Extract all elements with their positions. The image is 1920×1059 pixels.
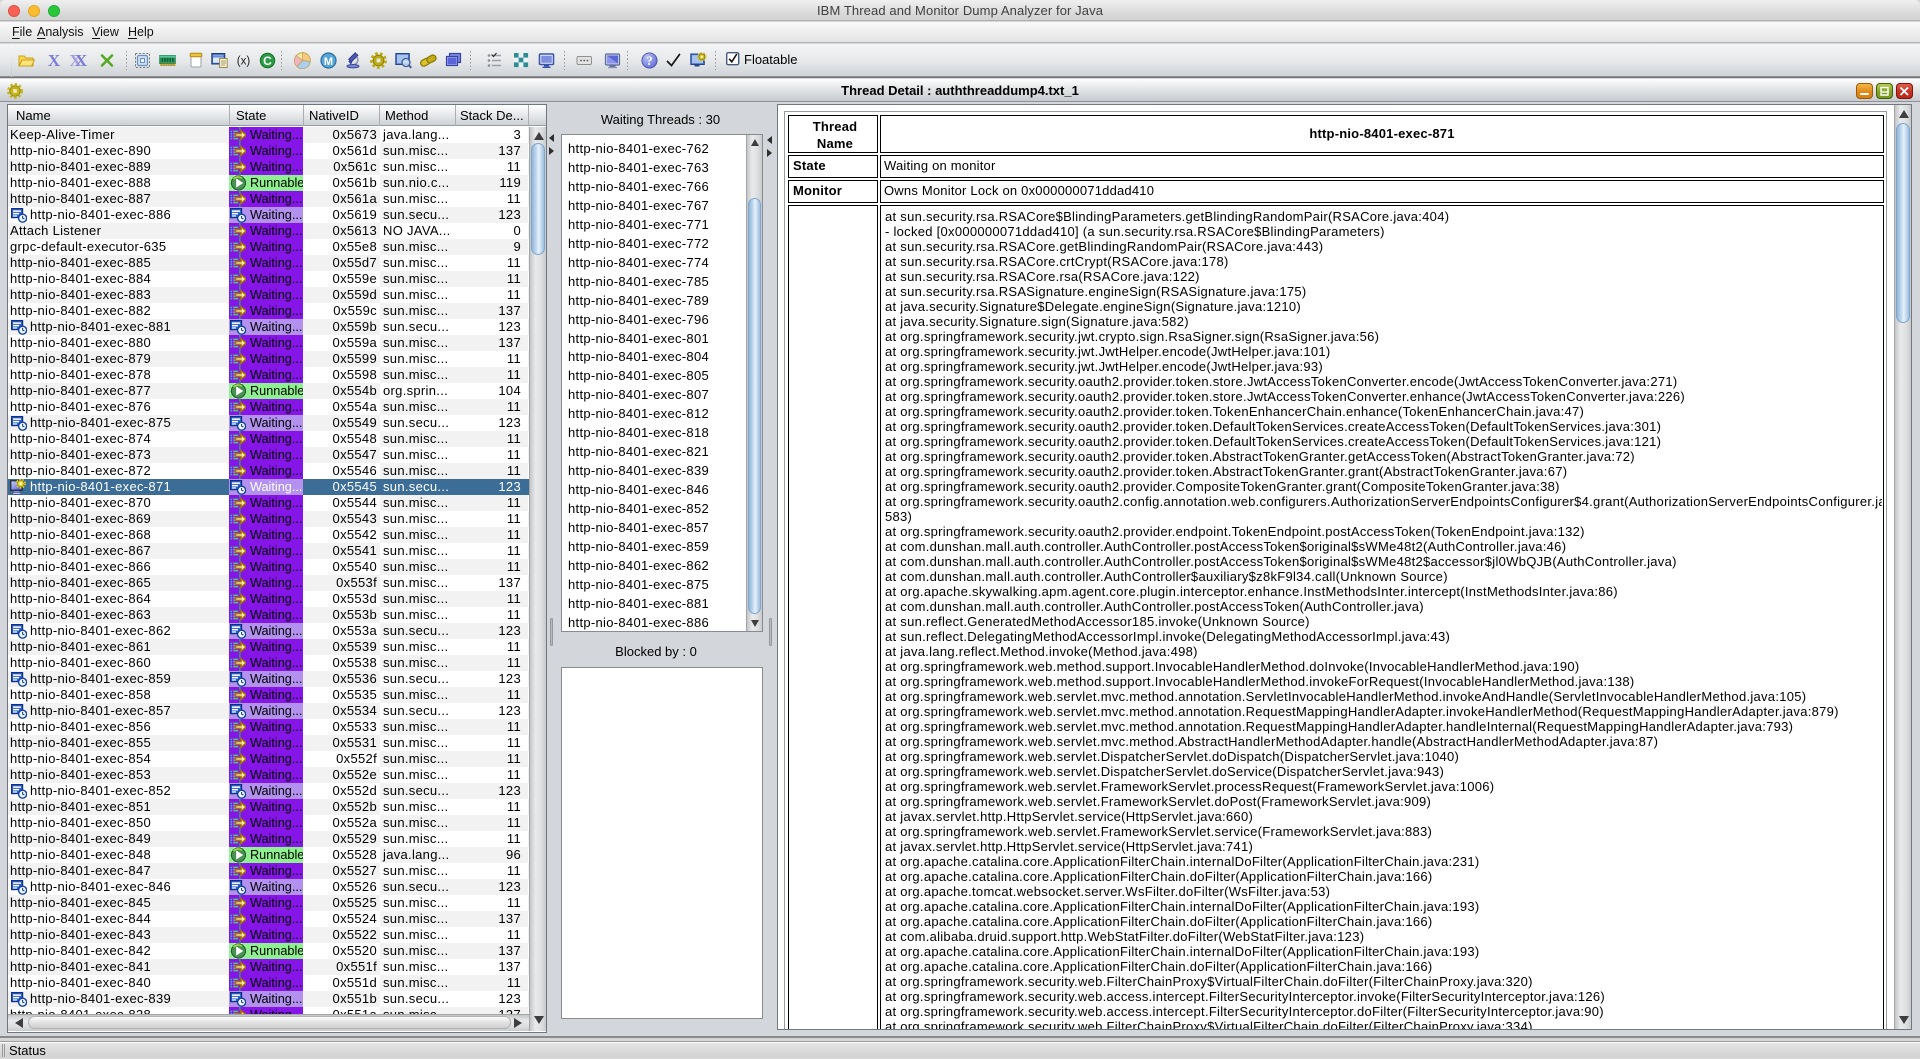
svg-text:X: X [75,52,87,69]
svg-text:M: M [324,56,333,68]
svg-text:?: ? [646,54,652,68]
svg-text:X: X [48,52,61,69]
svg-text:(x): (x) [237,56,251,68]
svg-text:C: C [263,54,272,68]
